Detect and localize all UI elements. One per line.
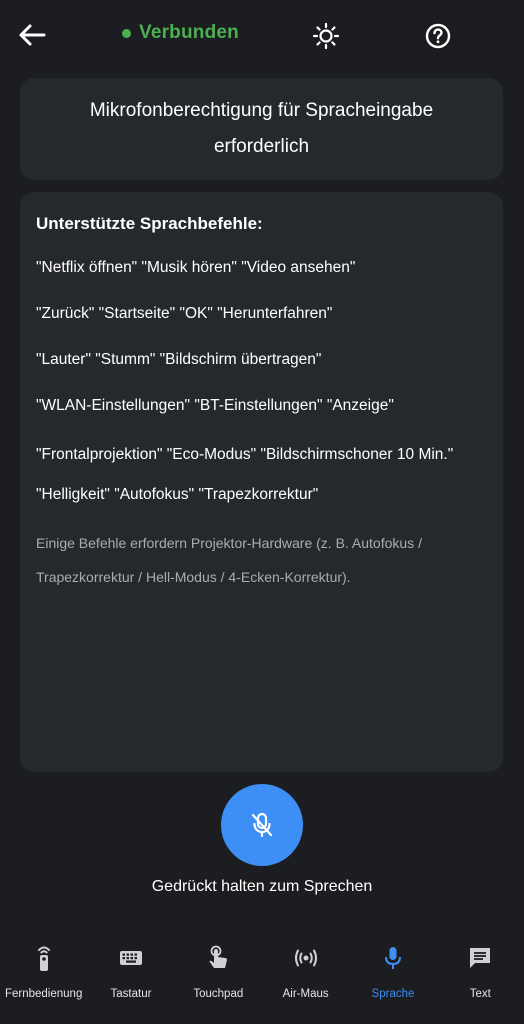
mic-icon [379, 944, 407, 972]
command-line: "Zurück" "Startseite" "OK" "Herunterfahr… [36, 305, 333, 322]
permission-card: Mikrofonberechtigung für Spracheingabe e… [20, 78, 503, 180]
bottom-navigation: Fernbedienung Tastatur Touchpad Air-Maus… [0, 930, 524, 1024]
nav-item-keyboard[interactable]: Tastatur [87, 930, 174, 1024]
theme-toggle-button[interactable] [312, 22, 340, 50]
command-line: "Frontalprojektion" "Eco-Modus" "Bildsch… [36, 446, 454, 463]
command-line: "Lauter" "Stumm" "Bildschirm übertragen" [36, 351, 322, 368]
nav-item-voice[interactable]: Sprache [349, 930, 436, 1024]
help-button[interactable] [424, 22, 452, 50]
command-line: "WLAN-Einstellungen" "BT-Einstellungen" … [36, 397, 394, 414]
top-bar: Verbunden [0, 0, 524, 72]
connection-status: Verbunden [122, 22, 239, 44]
nav-label: Text [469, 988, 491, 1000]
touch-icon [204, 944, 232, 972]
nav-label: Sprache [371, 988, 415, 1000]
nav-label: Touchpad [193, 988, 244, 1000]
nav-item-air-mouse[interactable]: Air-Maus [262, 930, 349, 1024]
air-mouse-icon [292, 944, 320, 972]
nav-item-touchpad[interactable]: Touchpad [175, 930, 262, 1024]
permission-message: Mikrofonberechtigung für Spracheingabe e… [89, 100, 434, 157]
command-line: "Netflix öffnen" "Musik hören" "Video an… [36, 259, 356, 276]
command-line: "Helligkeit" "Autofokus" "Trapezkorrektu… [36, 486, 319, 503]
back-button[interactable] [14, 20, 48, 50]
commands-card: Unterstützte Sprachbefehle: "Netflix öff… [20, 192, 503, 772]
mic-off-icon [251, 812, 273, 838]
remote-icon [30, 944, 58, 972]
status-label: Verbunden [139, 22, 239, 43]
keyboard-icon [117, 944, 145, 972]
arrow-left-icon [19, 24, 46, 46]
sun-icon [312, 22, 340, 50]
push-to-talk-button[interactable] [221, 784, 303, 866]
status-dot-icon [122, 28, 131, 38]
nav-item-text[interactable]: Text [437, 930, 524, 1024]
help-circle-icon [425, 23, 451, 49]
commands-note: Einige Befehle erfordern Projektor-Hardw… [36, 535, 422, 585]
text-message-icon [466, 944, 494, 972]
nav-label: Air-Maus [282, 988, 329, 1000]
nav-item-remote[interactable]: Fernbedienung [0, 930, 87, 1024]
nav-label: Tastatur [110, 988, 152, 1000]
commands-title: Unterstützte Sprachbefehle: [36, 214, 263, 233]
nav-label: Fernbedienung [4, 988, 83, 1000]
push-to-talk-hint: Gedrückt halten zum Sprechen [151, 878, 373, 895]
